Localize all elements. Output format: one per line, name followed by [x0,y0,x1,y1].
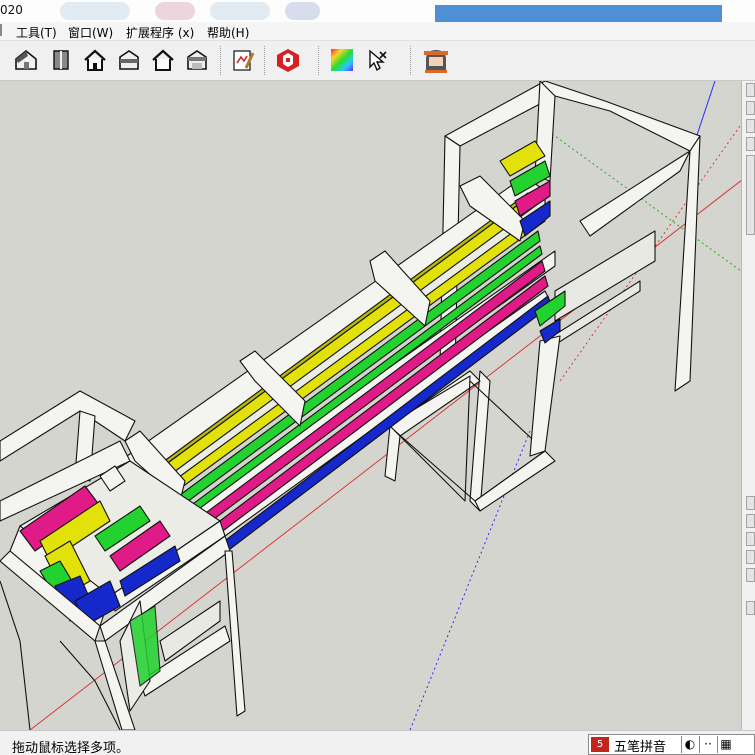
back-view-button[interactable] [148,45,178,75]
menu-edge-stub [0,24,4,36]
top-view-button[interactable] [46,45,76,75]
tray-tab[interactable] [746,119,755,133]
materials-gradient-icon [331,49,353,71]
toolbar-separator [220,46,221,75]
rack-model[interactable] [0,81,701,730]
tray-tab[interactable] [746,83,755,97]
user-avatar-button[interactable] [421,45,451,75]
user-avatar-icon [424,50,448,73]
tray-tab[interactable] [746,601,755,615]
materials-button[interactable] [327,45,357,75]
taskbar-thumbnails [60,2,440,20]
ime-name[interactable]: 五笔拼音 [614,736,666,755]
tray-tab[interactable] [746,514,755,528]
title-banner [435,5,722,22]
thumbnail-blob [210,2,270,20]
front-view-button[interactable] [80,45,110,75]
tray-tab[interactable] [746,137,755,151]
thumbnail-blob [60,2,130,20]
edit-drawing-button[interactable] [228,45,258,75]
extension-warehouse-button[interactable] [273,45,303,75]
tray-tab[interactable] [746,101,755,115]
select-cursor-icon [369,49,387,72]
title-bar: 020 [0,0,755,22]
ime-logo-icon[interactable]: 5 [591,737,609,752]
toolbar-separator [318,46,319,75]
tray-tab[interactable] [746,496,755,510]
tray-tab[interactable] [746,550,755,564]
default-tray-panel[interactable] [741,81,755,730]
status-bar: 拖动鼠标选择多项。 5 五笔拼音 ◐ ·· ▦ [0,730,755,755]
tray-tab[interactable] [746,568,755,582]
window-title: 020 [0,3,23,17]
left-view-button[interactable] [182,45,212,75]
ime-punctuation-toggle[interactable]: ·· [699,736,716,753]
right-view-button[interactable] [114,45,144,75]
menu-tools[interactable]: 工具(T) [16,24,57,41]
toolbar-separator [410,46,411,75]
menu-extensions[interactable]: 扩展程序 (x) [126,24,194,41]
edit-drawing-icon [233,50,255,71]
iso-view-icon [15,49,37,70]
front-view-icon [84,49,106,71]
model-scene[interactable] [0,81,741,730]
select-cursor-button[interactable] [362,45,392,75]
thumbnail-blob [285,2,320,20]
toolbar-separator [264,46,265,75]
menu-help[interactable]: 帮助(H) [207,24,249,41]
extension-warehouse-icon [277,49,299,72]
menu-window[interactable]: 窗口(W) [68,24,113,41]
left-view-icon [187,50,207,70]
ime-toolbar[interactable]: 5 五笔拼音 ◐ ·· ▦ [588,734,755,755]
model-viewport[interactable] [0,81,741,730]
ime-keyboard-icon[interactable]: ▦ [717,736,734,753]
tray-tab[interactable] [746,155,755,235]
top-view-icon [53,50,69,70]
right-view-icon [119,50,139,70]
thumbnail-blob [155,2,195,20]
blue-axis-line [694,81,716,142]
menu-bar: 工具(T) 窗口(W) 扩展程序 (x) 帮助(H) [0,22,755,41]
ime-mode-toggle[interactable]: ◐ [681,736,698,753]
back-view-icon [152,49,174,71]
iso-view-button[interactable] [11,45,41,75]
tray-tab[interactable] [746,532,755,546]
toolbar [0,41,755,81]
status-hint: 拖动鼠标选择多项。 [12,741,130,755]
